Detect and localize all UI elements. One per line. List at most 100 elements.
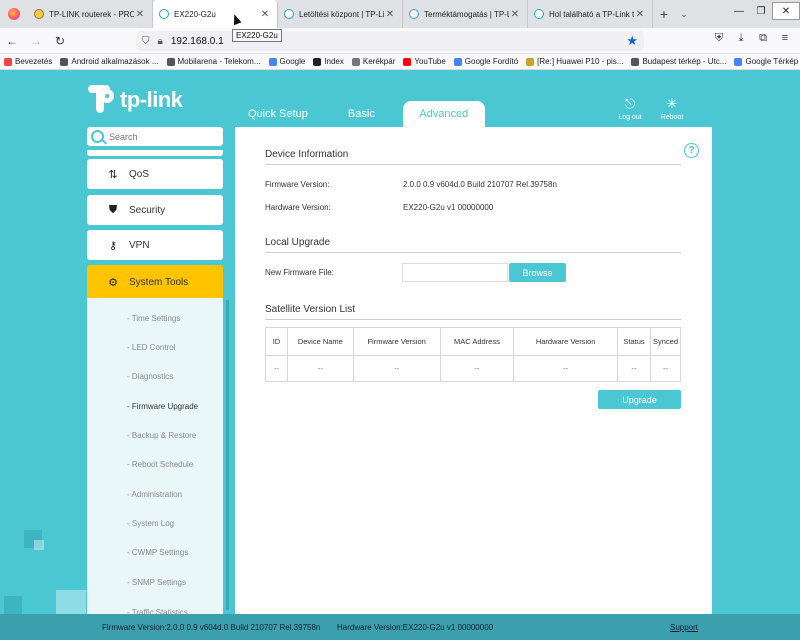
tab-basic[interactable]: Basic	[336, 101, 387, 127]
tab-favicon-icon	[534, 9, 544, 19]
bookmark-item[interactable]: Kerékpár	[348, 57, 399, 66]
submenu-item-administration[interactable]: - Administration	[127, 490, 182, 499]
close-tab-icon[interactable]: ✕	[634, 9, 646, 20]
sidebar-item-qos[interactable]: ⇅ QoS	[87, 159, 223, 189]
help-icon[interactable]: ?	[684, 143, 699, 158]
table-row: -- -- -- -- -- -- --	[265, 355, 682, 382]
system-tools-submenu: - Time Settings - LED Control - Diagnost…	[87, 298, 223, 614]
close-tab-icon[interactable]: ✕	[259, 9, 271, 20]
tab-advanced[interactable]: Advanced	[402, 101, 485, 127]
column-header: Device Name	[286, 327, 354, 356]
browser-tab[interactable]: Letöltési központ | TP-Link ✕	[278, 0, 403, 28]
browse-button[interactable]: Browse	[509, 263, 566, 282]
table-cell: --	[649, 355, 682, 382]
sidebar-item-system-tools[interactable]: ⚙ System Tools	[87, 265, 223, 299]
section-title-device-info: Device Information	[265, 149, 349, 160]
sidebar-item-label: Security	[129, 204, 166, 216]
bookmark-icon	[313, 57, 322, 66]
satellite-version-table: ID Device Name Firmware Version MAC Addr…	[265, 327, 682, 382]
url-bar[interactable]: ⛉ 🔒︎ 192.168.0.1 ★	[136, 31, 644, 51]
bookmark-icon	[526, 57, 535, 66]
submenu-item-firmware-upgrade[interactable]: - Firmware Upgrade	[127, 402, 198, 411]
submenu-item-snmp-settings[interactable]: - SNMP Settings	[127, 578, 186, 587]
browser-tab[interactable]: Terméktámogatás | TP-Link✕	[403, 0, 528, 28]
browser-tab[interactable]: TP-LINK routerek - PROHARDVER!✕	[28, 0, 153, 28]
bookmark-item[interactable]: [Re:] Huawei P10 - pis...	[522, 57, 627, 66]
forward-arrow-icon[interactable]: →	[24, 34, 48, 48]
menu-icon[interactable]: ≡	[774, 32, 796, 45]
close-window-icon[interactable]: ✕	[772, 2, 800, 20]
gear-icon: ⚙	[108, 276, 118, 289]
submenu-item-diagnostics[interactable]: - Diagnostics	[127, 372, 173, 381]
shield-icon[interactable]: ⛉	[142, 36, 150, 47]
submenu-item-system-log[interactable]: - System Log	[127, 519, 174, 528]
column-header: Firmware Version	[352, 327, 441, 356]
bookmark-item[interactable]: Google Fordító	[450, 57, 522, 66]
search-icon	[91, 130, 104, 143]
bookmark-label: YouTube	[414, 57, 446, 66]
reload-icon[interactable]: ↻	[48, 34, 72, 48]
back-arrow-icon[interactable]: ←	[0, 34, 24, 48]
divider	[265, 252, 681, 253]
url-text[interactable]: 192.168.0.1	[171, 36, 224, 47]
bookmark-item[interactable]: Android alkalmazások ...	[56, 57, 162, 66]
sidebar-item-label: System Tools	[129, 276, 189, 288]
bookmark-item[interactable]: Budapest térkép - Utc...	[627, 57, 730, 66]
new-tab-button[interactable]: +	[653, 6, 675, 22]
submenu-item-time-settings[interactable]: - Time Settings	[127, 314, 180, 323]
table-cell: --	[439, 355, 515, 382]
extensions-icon[interactable]: ⧉	[752, 32, 774, 45]
reboot-button[interactable]: ✳ Reboot	[654, 96, 690, 121]
search-input[interactable]	[109, 131, 209, 142]
sidebar-scrollbar[interactable]	[226, 300, 229, 610]
browser-tab-active[interactable]: EX220-G2u ✕	[153, 0, 278, 28]
close-tab-icon[interactable]: ✕	[509, 9, 521, 20]
bookmark-star-icon[interactable]: ★	[626, 33, 638, 49]
firmware-file-input[interactable]	[402, 263, 508, 282]
bookmark-item[interactable]: Google	[265, 57, 310, 66]
column-header: Synced	[649, 327, 682, 356]
bookmark-item[interactable]: Index	[309, 57, 348, 66]
download-icon[interactable]: ⤓	[730, 32, 752, 45]
submenu-item-backup-restore[interactable]: - Backup & Restore	[127, 431, 196, 440]
updown-arrows-icon: ⇅	[108, 168, 118, 181]
bookmark-icon	[631, 57, 640, 66]
maximize-icon[interactable]: ❐	[750, 2, 772, 20]
close-tab-icon[interactable]: ✕	[384, 9, 396, 20]
pocket-icon[interactable]: ⛨	[708, 32, 730, 45]
firefox-icon[interactable]	[0, 0, 28, 28]
tab-favicon-icon	[34, 9, 44, 19]
bookmark-icon	[60, 57, 69, 66]
submenu-item-traffic-statistics[interactable]: - Traffic Statistics	[127, 606, 188, 614]
column-header: Status	[617, 327, 651, 356]
reboot-label: Reboot	[660, 114, 684, 121]
minimize-icon[interactable]: —	[728, 2, 750, 20]
table-cell: --	[513, 355, 619, 382]
submenu-item-reboot-schedule[interactable]: - Reboot Schedule	[127, 460, 193, 469]
main-content: ? Device Information Firmware Version: 2…	[235, 127, 712, 614]
close-tab-icon[interactable]: ✕	[134, 9, 146, 20]
sidebar-search[interactable]	[87, 127, 223, 146]
logout-button[interactable]: ⎋ Log out	[612, 96, 648, 121]
browser-tab[interactable]: Hol található a TP-Link ter...✕	[528, 0, 653, 28]
bookmark-item[interactable]: Mobilarena - Telekom...	[163, 57, 265, 66]
bookmark-item[interactable]: Google Térkép	[730, 57, 800, 66]
tp-link-logo-icon	[88, 85, 116, 115]
lock-icon[interactable]: 🔒︎	[158, 36, 163, 47]
tabs-dropdown-icon[interactable]: ⌄	[675, 9, 693, 20]
sidebar-item-vpn[interactable]: ⚷ VPN	[87, 230, 223, 260]
sidebar-item-security[interactable]: ⛊ Security	[87, 195, 223, 225]
upgrade-button[interactable]: Upgrade	[598, 390, 681, 409]
tab-quick-setup[interactable]: Quick Setup	[236, 101, 320, 127]
submenu-item-cwmp-settings[interactable]: - CWMP Settings	[127, 548, 188, 557]
table-cell: --	[617, 355, 651, 382]
bookmark-item[interactable]: YouTube	[399, 57, 449, 66]
shield-icon: ⛊	[108, 203, 118, 216]
bookmark-icon	[453, 57, 462, 66]
submenu-item-led-control[interactable]: - LED Control	[127, 343, 175, 352]
bookmark-item[interactable]: Bevezetés	[0, 57, 56, 66]
support-link[interactable]: Support	[670, 623, 698, 632]
bookmark-icon	[166, 57, 175, 66]
tab-title: Hol található a TP-Link ter...	[549, 9, 634, 19]
bookmark-label: Google Fordító	[464, 57, 519, 66]
